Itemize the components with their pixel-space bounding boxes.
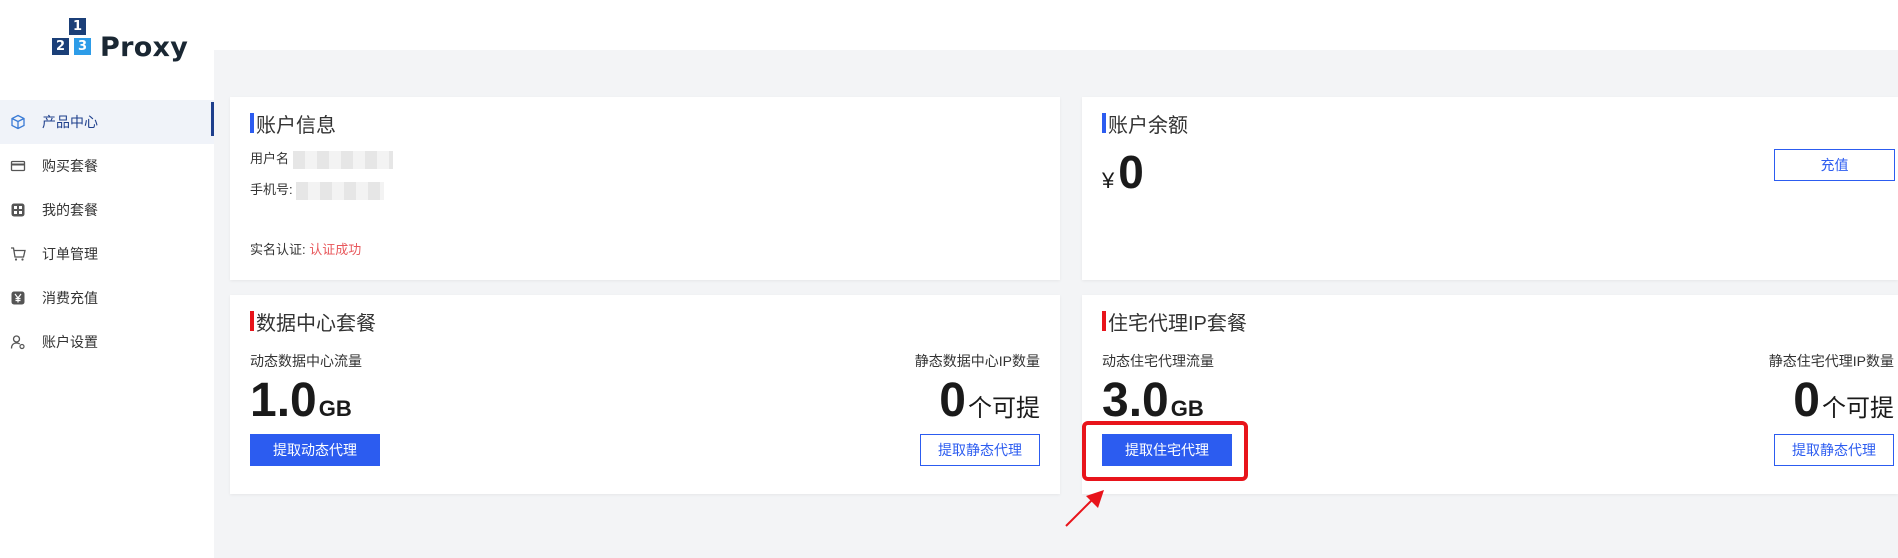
residential-title: 住宅代理IP套餐 [1102, 309, 1247, 335]
dynamic-residential-value: 3.0 GB [1102, 374, 1204, 427]
cart-icon [10, 246, 26, 262]
sidebar-item-buy-package[interactable]: 购买套餐 [0, 144, 214, 188]
balance-amount: ¥ 0 [1102, 145, 1144, 199]
dynamic-datacenter-value: 1.0 GB [250, 374, 352, 427]
card-icon [10, 158, 26, 174]
sidebar-nav: 产品中心 购买套餐 我的套餐 订单管理 消费充值 账户设置 [0, 100, 214, 364]
account-info-card: 账户信息 用户名 手机号: 实名认证: 认证成功 [230, 97, 1060, 280]
datacenter-title: 数据中心套餐 [250, 309, 376, 335]
dynamic-datacenter-label: 动态数据中心流量 [250, 353, 362, 369]
sidebar-item-order-management[interactable]: 订单管理 [0, 232, 214, 276]
sidebar-item-account-settings[interactable]: 账户设置 [0, 320, 214, 364]
extract-dynamic-proxy-button[interactable]: 提取动态代理 [250, 434, 380, 466]
logo-digit-3: 3 [74, 38, 91, 55]
recharge-button[interactable]: 充值 [1774, 149, 1895, 181]
title-accent-bar [1102, 311, 1106, 331]
realname-label: 实名认证: [250, 242, 306, 257]
logo-digit-1: 1 [69, 18, 86, 35]
sidebar-item-label: 账户设置 [42, 334, 98, 350]
username-value-blurred [292, 150, 393, 169]
title-accent-bar [250, 113, 254, 133]
balance-card: 账户余额 ¥ 0 充值 [1082, 97, 1898, 280]
sidebar-item-label: 消费充值 [42, 290, 98, 306]
yen-icon [10, 290, 26, 306]
logo-digit-2: 2 [52, 38, 69, 55]
extract-static-proxy-button[interactable]: 提取静态代理 [920, 434, 1040, 466]
sidebar-item-label: 订单管理 [42, 246, 98, 262]
cube-icon [10, 114, 26, 130]
phone-value-blurred [296, 181, 385, 200]
logo-word: Proxy [100, 32, 189, 63]
static-residential-value: 0 个可提 [1793, 374, 1894, 427]
sidebar-item-label: 购买套餐 [42, 158, 98, 174]
realname-line: 实名认证: 认证成功 [250, 239, 361, 258]
username-label: 用户名 [250, 151, 290, 166]
datacenter-package-card: 数据中心套餐 动态数据中心流量 1.0 GB 静态数据中心IP数量 0 个可提 … [230, 295, 1060, 494]
logo[interactable]: 1 2 3 Proxy [52, 18, 188, 63]
balance-title: 账户余额 [1102, 111, 1188, 137]
user-gear-icon [10, 334, 26, 350]
static-datacenter-value: 0 个可提 [939, 374, 1040, 427]
sidebar-item-my-package[interactable]: 我的套餐 [0, 188, 214, 232]
static-residential-label: 静态住宅代理IP数量 [1768, 353, 1894, 369]
phone-line: 手机号: [250, 179, 385, 200]
sidebar-item-consumption-recharge[interactable]: 消费充值 [0, 276, 214, 320]
currency-symbol: ¥ [1102, 168, 1115, 193]
username-line: 用户名 [250, 148, 393, 169]
annotation-highlight-box [1082, 421, 1248, 481]
sidebar-item-product-center[interactable]: 产品中心 [0, 100, 214, 144]
realname-status: 认证成功 [309, 242, 362, 257]
sidebar-item-label: 我的套餐 [42, 202, 98, 218]
grid-icon [10, 202, 26, 218]
title-accent-bar [250, 311, 254, 331]
phone-label: 手机号: [250, 182, 293, 197]
main-content: 账户信息 用户名 手机号: 实名认证: 认证成功 账户余额 ¥ 0 充值 数据中 [214, 50, 1898, 558]
sidebar-item-label: 产品中心 [42, 114, 98, 130]
balance-value: 0 [1118, 146, 1144, 198]
title-accent-bar [1102, 113, 1106, 133]
extract-static-residential-button[interactable]: 提取静态代理 [1774, 434, 1894, 466]
sidebar: 1 2 3 Proxy 产品中心 购买套餐 我的套餐 订单管理 消费充值 账户设… [0, 0, 214, 558]
annotation-arrow-icon [1065, 490, 1104, 527]
dynamic-residential-label: 动态住宅代理流量 [1102, 353, 1214, 369]
static-datacenter-label: 静态数据中心IP数量 [914, 353, 1040, 369]
account-info-title: 账户信息 [250, 111, 336, 137]
